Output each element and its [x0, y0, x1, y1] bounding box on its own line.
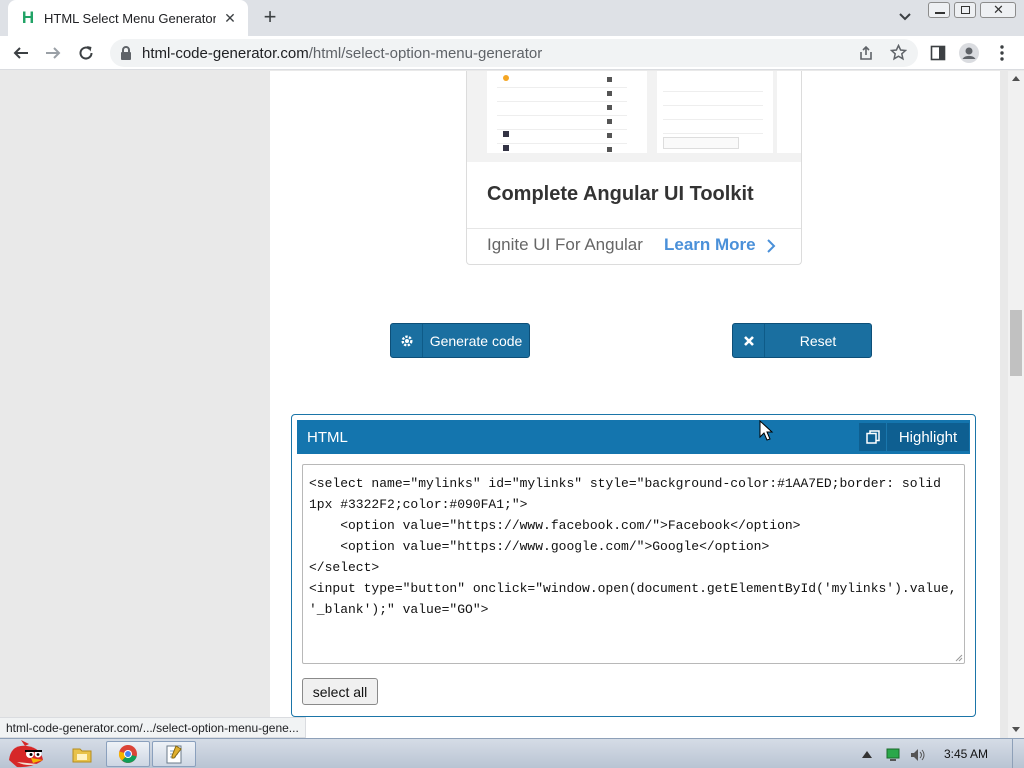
browser-toolbar: html-code-generator.com/html/select-opti… [0, 36, 1024, 70]
chrome-taskbar-icon[interactable] [106, 741, 150, 767]
generate-code-label: Generate code [429, 332, 523, 349]
tab-search-chevron-icon[interactable] [896, 8, 914, 26]
code-line: </select> [309, 560, 380, 575]
gear-icon [391, 324, 423, 357]
code-line: <select name="mylinks" id="mylinks" styl… [309, 476, 941, 491]
copy-icon[interactable] [859, 423, 887, 451]
address-bar[interactable]: html-code-generator.com/html/select-opti… [110, 39, 918, 67]
browser-tab[interactable]: H HTML Select Menu Generator ✕ [8, 0, 248, 36]
scrollbar-thumb[interactable] [1010, 310, 1022, 376]
url-text: html-code-generator.com/html/select-opti… [142, 45, 543, 62]
tray-expand-icon[interactable] [862, 750, 872, 758]
reload-icon[interactable] [75, 42, 97, 64]
close-window-icon[interactable]: ✕ [980, 2, 1016, 18]
new-tab-icon[interactable]: + [258, 6, 282, 29]
angry-bird-icon [9, 740, 43, 768]
restore-window-icon[interactable] [954, 2, 976, 18]
notepad-taskbar-icon[interactable] [152, 741, 196, 767]
divider [467, 228, 801, 229]
reset-button[interactable]: Reset [732, 323, 872, 358]
generate-code-button[interactable]: Generate code [390, 323, 530, 358]
page-viewport: Complete Angular UI Toolkit Ignite UI Fo… [0, 71, 1008, 738]
highlight-label: Highlight [898, 428, 958, 446]
ad-screenshot-image [467, 71, 801, 162]
volume-icon[interactable] [910, 748, 926, 762]
show-desktop-button[interactable] [1012, 739, 1024, 768]
resize-grip-icon[interactable] [953, 652, 963, 662]
start-button[interactable] [2, 740, 48, 768]
ad-brand: Ignite UI For Angular [487, 235, 643, 254]
ad-title: Complete Angular UI Toolkit [487, 183, 754, 205]
ad-card[interactable]: Complete Angular UI Toolkit Ignite UI Fo… [466, 71, 802, 265]
tab-title: HTML Select Menu Generator [44, 10, 216, 26]
link-status-bubble: html-code-generator.com/.../select-optio… [0, 717, 306, 738]
profile-avatar-icon[interactable] [958, 42, 980, 64]
bookmark-star-icon[interactable] [890, 44, 907, 61]
close-icon [733, 324, 765, 357]
os-taskbar: 3:45 AM [0, 738, 1024, 768]
scroll-up-icon[interactable] [1012, 75, 1020, 81]
file-explorer-taskbar-icon[interactable] [60, 741, 104, 767]
page-scrollbar[interactable] [1008, 71, 1024, 738]
code-line: <option value="https://www.facebook.com/… [309, 518, 801, 533]
share-icon[interactable] [858, 45, 874, 61]
forward-icon[interactable] [42, 42, 64, 64]
scroll-down-icon[interactable] [1012, 727, 1020, 733]
close-tab-icon[interactable]: ✕ [222, 10, 238, 26]
highlight-button[interactable]: Highlight [859, 423, 969, 451]
chevron-right-icon[interactable] [764, 237, 778, 255]
select-all-button[interactable]: select all [302, 678, 378, 705]
mouse-cursor-icon [759, 420, 774, 441]
tab-strip: H HTML Select Menu Generator ✕ + ✕ [0, 0, 1024, 36]
minimize-window-icon[interactable] [928, 2, 950, 18]
side-panel-icon[interactable] [927, 42, 949, 64]
kebab-menu-icon[interactable] [991, 42, 1013, 64]
panel-header: HTML Highlight [297, 420, 970, 454]
reset-label: Reset [799, 332, 837, 349]
code-line: '_blank');" value="GO"> [309, 602, 489, 617]
code-line: <option value="https://www.google.com/">… [309, 539, 770, 554]
panel-title: HTML [307, 429, 348, 446]
code-output-textarea[interactable]: <select name="mylinks" id="mylinks" styl… [302, 464, 965, 664]
site-favicon-icon: H [21, 8, 35, 27]
network-icon[interactable] [884, 748, 902, 762]
code-line: <input type="button" onclick="window.ope… [309, 581, 957, 596]
taskbar-clock[interactable]: 3:45 AM [944, 747, 988, 761]
learn-more-link[interactable]: Learn More [664, 235, 756, 255]
html-output-panel: HTML Highlight <select name="mylinks" id… [291, 414, 976, 717]
back-icon[interactable] [10, 42, 32, 64]
code-line: 1px #3322F2;color:#090FA1;"> [309, 497, 528, 512]
lock-icon[interactable] [120, 46, 132, 60]
main-content: Complete Angular UI Toolkit Ignite UI Fo… [270, 71, 1000, 738]
